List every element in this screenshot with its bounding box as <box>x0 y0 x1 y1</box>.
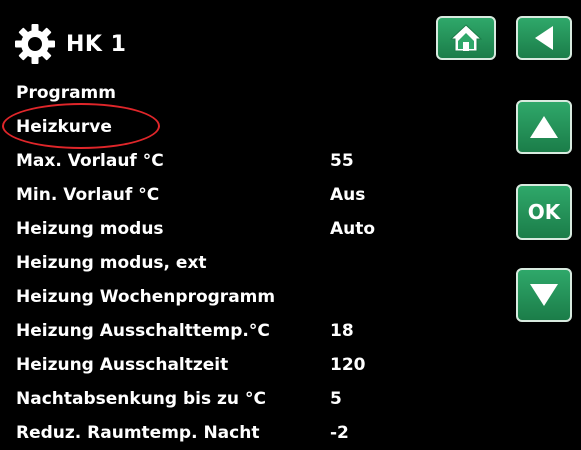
arrow-down-icon <box>530 284 558 306</box>
home-icon <box>449 24 483 52</box>
menu-item-heizung-modus-ext[interactable]: Heizung modus, ext <box>16 246 496 280</box>
menu-item-label: Reduz. Raumtemp. Nacht <box>16 423 260 443</box>
menu-item-value: -2 <box>330 423 349 443</box>
menu-item-programm[interactable]: Programm <box>16 76 496 110</box>
menu-item-ausschaltzeit[interactable]: Heizung Ausschaltzeit 120 <box>16 348 496 382</box>
menu-item-value: 18 <box>330 321 354 341</box>
ok-button-label: OK <box>527 200 561 224</box>
menu-item-label: Heizung modus <box>16 219 164 239</box>
back-arrow-icon <box>535 26 553 50</box>
menu-item-wochenprogramm[interactable]: Heizung Wochenprogramm <box>16 280 496 314</box>
ok-button[interactable]: OK <box>516 184 572 240</box>
menu-item-value: Auto <box>330 219 376 239</box>
menu-item-value: 5 <box>330 389 342 409</box>
menu-item-label: Heizung Wochenprogramm <box>16 287 276 307</box>
menu-item-label: Max. Vorlauf °C <box>16 151 164 171</box>
menu-item-ausschalttemp[interactable]: Heizung Ausschalttemp.°C 18 <box>16 314 496 348</box>
menu-item-nachtabsenkung[interactable]: Nachtabsenkung bis zu °C 5 <box>16 382 496 416</box>
menu-item-heizkurve[interactable]: Heizkurve <box>16 110 496 144</box>
gear-icon <box>15 24 55 64</box>
page-title: HK 1 <box>66 31 127 57</box>
back-button[interactable] <box>516 16 572 60</box>
menu-item-label: Nachtabsenkung bis zu °C <box>16 389 266 409</box>
arrow-up-icon <box>530 116 558 138</box>
scroll-up-button[interactable] <box>516 100 572 154</box>
menu-item-label: Heizung Ausschalttemp.°C <box>16 321 270 341</box>
menu-item-label: Min. Vorlauf °C <box>16 185 160 205</box>
menu-item-max-vorlauf[interactable]: Max. Vorlauf °C 55 <box>16 144 496 178</box>
menu-item-value: 120 <box>330 355 366 375</box>
menu-item-label: Heizung Ausschaltzeit <box>16 355 229 375</box>
menu-item-reduz-raumtemp[interactable]: Reduz. Raumtemp. Nacht -2 <box>16 416 496 450</box>
menu-item-value: Aus <box>330 185 366 205</box>
menu-item-value: 55 <box>330 151 354 171</box>
menu-item-label: Heizkurve <box>16 117 112 137</box>
menu-item-label: Heizung modus, ext <box>16 253 207 273</box>
menu-item-heizung-modus[interactable]: Heizung modus Auto <box>16 212 496 246</box>
home-button[interactable] <box>436 16 496 60</box>
menu-item-label: Programm <box>16 83 116 103</box>
menu-item-min-vorlauf[interactable]: Min. Vorlauf °C Aus <box>16 178 496 212</box>
settings-menu: Programm Heizkurve Max. Vorlauf °C 55 Mi… <box>16 76 496 450</box>
header: HK 1 <box>14 22 126 66</box>
scroll-down-button[interactable] <box>516 268 572 322</box>
